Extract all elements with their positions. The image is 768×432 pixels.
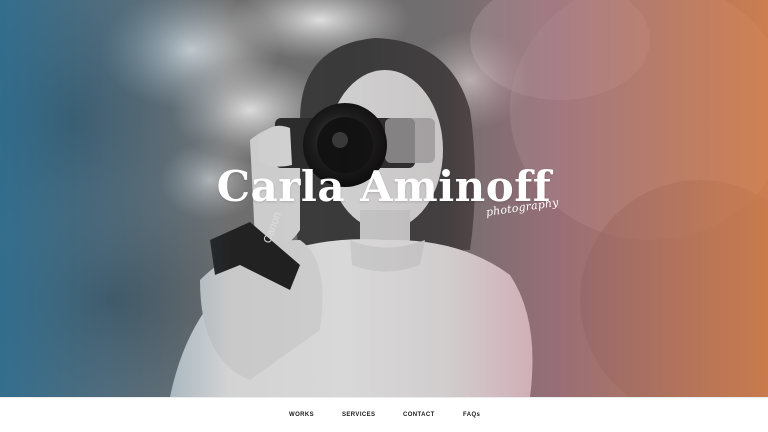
brand-title: Carla Aminoff [0, 163, 768, 211]
nav-link-services[interactable]: SERVICES [342, 412, 375, 418]
footer-navbar: WORKS SERVICES CONTACT FAQs [0, 397, 768, 432]
hero-section: Canon Carla Aminoff photography [0, 0, 768, 397]
nav-link-contact[interactable]: CONTACT [403, 412, 435, 418]
nav-link-works[interactable]: WORKS [289, 412, 314, 418]
nav-link-faqs[interactable]: FAQs [463, 412, 480, 418]
page: Canon Carla Aminoff photography WORKS SE… [0, 0, 768, 432]
